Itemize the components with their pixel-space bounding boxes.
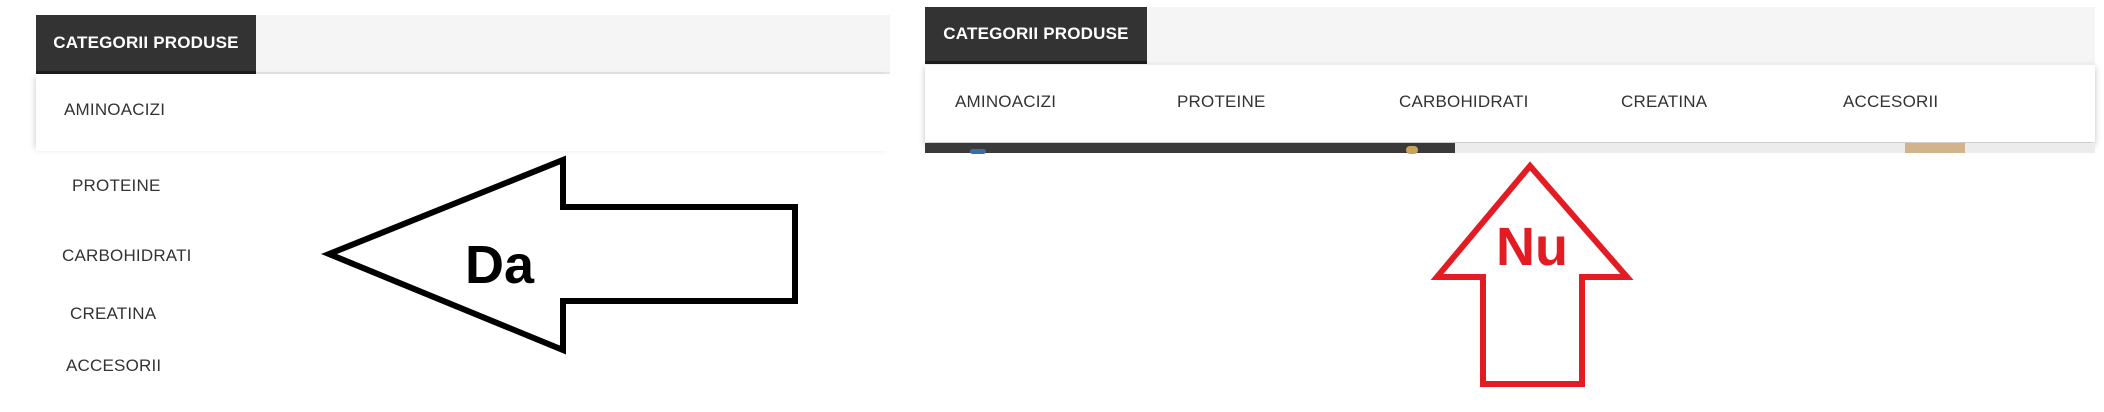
annotation-arrows	[321, 155, 1634, 387]
left-arrow-icon	[321, 155, 798, 355]
left-arrow-label: Da	[465, 235, 535, 295]
right-arrow-label: Nu	[1496, 217, 1568, 277]
